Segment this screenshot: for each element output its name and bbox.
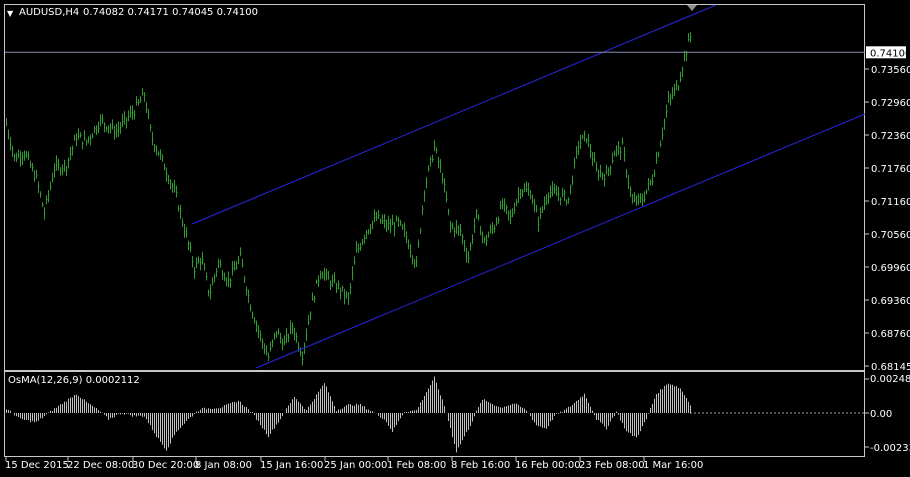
chart-canvas: 0.73560 0.72960 0.72360 0.71760 0.71160 0.705… <box>5 4 910 471</box>
channel-lower-line <box>255 113 866 369</box>
time-tick-label: 23 Feb 08:00 <box>579 460 645 471</box>
price-tick-label: 0.71760 <box>871 164 910 175</box>
price-tick-label: 0.72360 <box>871 131 910 142</box>
time-tick-label: 25 Jan 00:00 <box>324 460 387 471</box>
time-tick-label: 1 Mar 16:00 <box>643 460 703 471</box>
time-tick-label: 15 Jan 16:00 <box>260 460 323 471</box>
time-tick-label: 16 Feb 00:00 <box>515 460 581 471</box>
price-tick-label: 0.68760 <box>871 329 910 340</box>
price-tick-label: 0.68145 <box>871 362 910 373</box>
price-tick-label: 0.71160 <box>871 197 910 208</box>
price-tick-label: 0.72960 <box>871 98 910 109</box>
channel-upper-line <box>191 4 717 225</box>
trendline-anchor-marker <box>687 5 697 11</box>
time-tick-label: 1 Feb 08:00 <box>387 460 446 471</box>
current-price-label: 0.74100 <box>870 48 910 59</box>
price-tick-label: 0.70560 <box>871 230 910 241</box>
price-tick-label: 0.69960 <box>871 263 910 274</box>
time-tick-label: 30 Dec 20:00 <box>132 460 199 471</box>
time-tick-label: 8 Jan 08:00 <box>195 460 252 471</box>
price-tick-label: 0.69360 <box>871 296 910 307</box>
time-tick-label: 8 Feb 16:00 <box>451 460 510 471</box>
time-tick-label: 22 Dec 08:00 <box>67 460 134 471</box>
time-tick-label: 15 Dec 2015 <box>5 460 69 471</box>
price-tick-label: 0.73560 <box>871 65 910 76</box>
